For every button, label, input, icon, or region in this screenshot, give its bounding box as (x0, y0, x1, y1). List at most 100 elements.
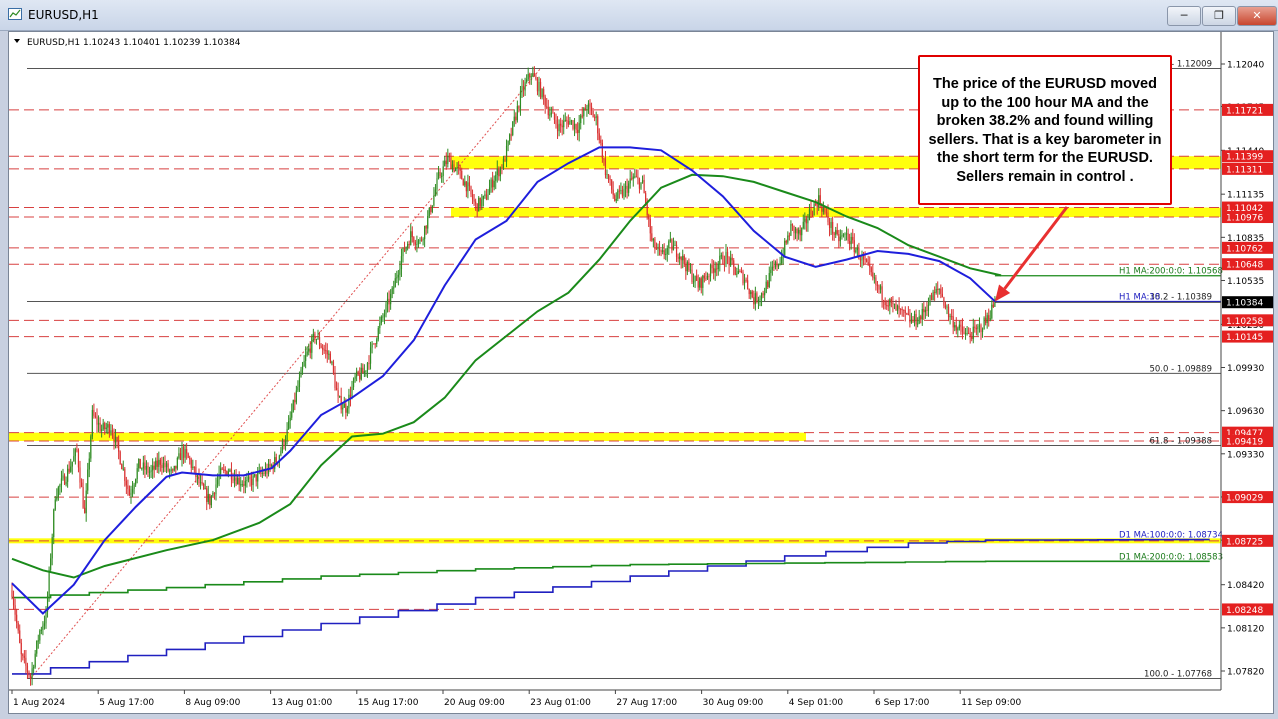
candle-body (445, 160, 447, 165)
candle-body (615, 198, 617, 201)
candle-body (250, 479, 253, 486)
candle-body (923, 309, 925, 313)
candle-body (124, 468, 126, 481)
candle-body (212, 492, 214, 497)
candle-body (578, 123, 580, 133)
y-tick-label: 1.10535 (1227, 277, 1264, 287)
candle-body (407, 244, 409, 248)
candle-body (985, 317, 987, 324)
candle-body (405, 247, 407, 252)
candle-body (254, 474, 256, 476)
candle-body (587, 103, 590, 110)
candle-body (50, 558, 52, 570)
candle-body (666, 247, 668, 254)
close-button[interactable]: ✕ (1237, 6, 1277, 26)
candle-body (822, 208, 824, 212)
candle-body (96, 416, 98, 425)
candle-body (740, 271, 743, 273)
candle-body (68, 468, 70, 472)
candle-body (660, 250, 662, 252)
candle-body (556, 124, 559, 132)
candle-body (346, 408, 348, 413)
candle-body (26, 665, 29, 672)
candle-body (941, 293, 943, 298)
candle-body (733, 260, 735, 267)
price-tag-text: 1.09419 (1226, 438, 1263, 448)
candle-body (257, 472, 259, 482)
candle-body (377, 328, 379, 340)
candle-body (187, 453, 189, 458)
candle-body (303, 360, 305, 367)
candle-body (716, 268, 718, 270)
chart-info-text: EURUSD,H1 1.10243 1.10401 1.10239 1.1038… (27, 38, 241, 48)
candle-body (193, 466, 195, 468)
candle-body (158, 459, 160, 467)
candle-body (397, 274, 399, 278)
candle-body (679, 256, 681, 259)
candle-body (879, 286, 882, 290)
chart-window-icon (8, 8, 22, 20)
candle-body (618, 190, 620, 192)
candle-body (711, 264, 713, 269)
candle-body (424, 225, 426, 240)
minimize-button[interactable]: ─ (1167, 6, 1201, 26)
x-tick-label: 4 Sep 01:00 (789, 698, 844, 708)
candle-body (294, 399, 296, 403)
candle-body (165, 463, 168, 468)
candle-body (252, 475, 254, 486)
candle-body (198, 475, 200, 484)
candle-body (175, 465, 177, 469)
candle-body (818, 195, 820, 208)
candle-body (697, 280, 699, 288)
candle-body (114, 436, 117, 443)
candle-body (845, 233, 848, 235)
candle-body (963, 331, 965, 335)
candle-body (836, 230, 838, 235)
candle-body (255, 474, 257, 482)
candle-body (815, 203, 817, 205)
candle-body (42, 625, 44, 630)
candle-body (493, 180, 495, 188)
candle-body (595, 116, 597, 118)
candle-body (538, 81, 540, 92)
candle-body (779, 263, 781, 265)
candle-body (186, 449, 188, 454)
candle-body (456, 166, 458, 169)
candle-body (532, 73, 534, 77)
candle-body (417, 240, 420, 245)
chart-info-arrow-icon (14, 39, 20, 43)
restore-button[interactable]: ❐ (1202, 6, 1236, 26)
candle-body (589, 103, 591, 107)
candle-body (870, 267, 872, 273)
candle-body (141, 468, 143, 470)
candle-body (915, 314, 917, 325)
candle-body (691, 269, 693, 283)
candle-body (951, 316, 953, 318)
support-resistance-zone (9, 432, 806, 442)
candle-body (547, 106, 549, 116)
candle-body (909, 314, 911, 323)
price-tag-text: 1.11311 (1226, 165, 1263, 175)
candle-body (88, 458, 90, 470)
candle-body (805, 218, 807, 224)
candle-body (799, 229, 801, 236)
candle-body (719, 255, 721, 264)
candle-body (943, 297, 945, 306)
candle-body (223, 469, 225, 471)
x-tick-label: 6 Sep 17:00 (875, 698, 930, 708)
candle-body (788, 235, 790, 237)
candle-body (479, 197, 481, 207)
candle-body (243, 484, 245, 486)
candle-body (215, 484, 217, 495)
candle-body (529, 73, 531, 78)
candle-body (152, 465, 154, 471)
candle-body (411, 231, 413, 238)
candle-body (994, 302, 996, 307)
x-tick-label: 11 Sep 09:00 (961, 698, 1021, 708)
candle-body (892, 302, 894, 304)
candle-body (751, 291, 753, 298)
candle-body (101, 429, 103, 431)
candle-body (130, 492, 132, 496)
candle-body (804, 218, 806, 222)
candle-body (855, 250, 857, 253)
